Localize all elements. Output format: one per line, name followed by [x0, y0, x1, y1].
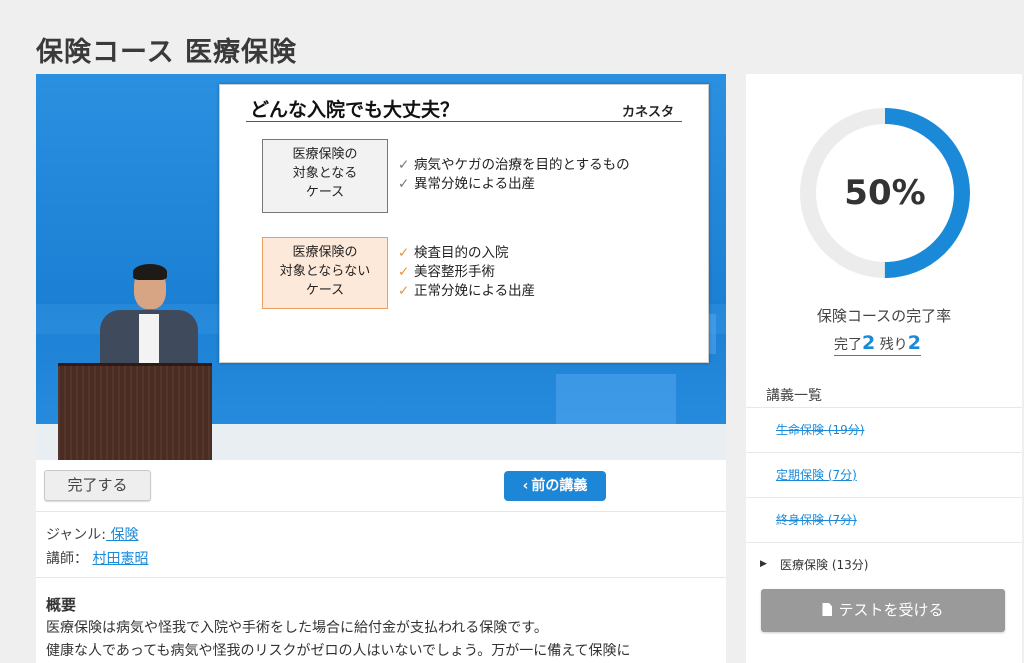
podium-texture	[58, 366, 212, 460]
complete-button[interactable]: 完了する	[44, 470, 151, 501]
done-label: 完了	[834, 337, 862, 353]
lecture-item[interactable]: 生命保険 (19分)	[746, 407, 1022, 452]
covered-case-box: 医療保険の 対象となる ケース	[262, 139, 388, 213]
lecture-meta: ジャンル: 保険 講師： 村田憲昭	[46, 523, 148, 571]
divider	[36, 577, 726, 578]
lecture-controls: 完了する ‹ 前の講義	[36, 460, 726, 512]
summary-line: 健康な人であっても病気や怪我のリスクがゼロの人はいないでしょう。万が一に備えて保…	[46, 643, 631, 659]
check-icon: ✓	[398, 264, 410, 280]
check-icon: ✓	[398, 157, 410, 173]
speaker-hair	[133, 264, 167, 280]
not-covered-label-line: ケース	[305, 283, 345, 298]
previous-lecture-label: 前の講義	[531, 478, 588, 494]
lecture-item[interactable]: 終身保険 (7分)	[746, 497, 1022, 542]
list-item: ✓ 検査目的の入院	[398, 244, 535, 263]
caret-right-icon: ▶	[760, 559, 767, 569]
covered-label-line: 対象となる	[292, 166, 358, 181]
check-icon: ✓	[398, 283, 410, 299]
list-item: ✓ 異常分娩による出産	[398, 175, 630, 194]
lecture-list-heading: 講義一覧	[766, 388, 822, 404]
check-icon: ✓	[398, 176, 410, 192]
list-item: ✓ 病気やケガの治療を目的とするもの	[398, 156, 630, 175]
remaining-label: 残り	[879, 337, 908, 353]
previous-lecture-button[interactable]: ‹ 前の講義	[504, 471, 606, 501]
lecture-item-current[interactable]: ▶ 医療保険 (13分)	[746, 542, 1022, 587]
lecture-link[interactable]: 定期保険 (7分)	[776, 466, 857, 483]
summary-text: 医療保険は病気や怪我で入院や手術をした場合に給付金が支払われる保険です。 健康な…	[46, 617, 722, 663]
not-covered-item: 正常分娩による出産	[414, 283, 536, 299]
background-deco	[556, 374, 676, 424]
slide-logo: カネスタ	[621, 105, 674, 120]
not-covered-item: 美容整形手術	[414, 264, 495, 280]
covered-item: 異常分娩による出産	[414, 176, 536, 192]
genre-link[interactable]: 保険	[106, 527, 138, 543]
teacher-link[interactable]: 村田憲昭	[92, 551, 148, 567]
lecture-link[interactable]: 終身保険 (7分)	[776, 511, 857, 528]
lecture-link[interactable]: 生命保険 (19分)	[776, 421, 864, 438]
document-icon	[822, 603, 833, 616]
take-test-label: テストを受ける	[838, 601, 944, 619]
not-covered-list: ✓ 検査目的の入院 ✓ 美容整形手術 ✓ 正常分娩による出産	[398, 244, 535, 301]
speaker-shirt	[139, 314, 159, 368]
list-item: ✓ 美容整形手術	[398, 263, 535, 282]
genre-label: ジャンル:	[46, 527, 107, 543]
remaining-count: 2	[907, 332, 921, 354]
lecture-slide: どんな入院でも大丈夫？ カネスタ 医療保険の 対象となる ケース ✓ 病気やケガの…	[219, 84, 709, 363]
slide-divider	[246, 121, 682, 122]
lecture-current-label: 医療保険 (13分)	[780, 558, 869, 572]
chevron-left-icon: ‹	[522, 478, 529, 494]
covered-item: 病気やケガの治療を目的とするもの	[414, 157, 630, 173]
teacher-row: 講師： 村田憲昭	[46, 547, 148, 571]
progress-percent: 50%	[844, 173, 926, 213]
summary-line: 医療保険は病気や怪我で入院や手術をした場合に給付金が支払われる保険です。	[46, 620, 548, 636]
check-icon: ✓	[398, 245, 410, 261]
done-count: 2	[862, 332, 876, 354]
covered-list: ✓ 病気やケガの治療を目的とするもの ✓ 異常分娩による出産	[398, 156, 630, 194]
not-covered-case-box: 医療保険の 対象とならない ケース	[262, 237, 388, 309]
not-covered-label-line: 対象とならない	[279, 264, 371, 279]
not-covered-label-line: 医療保険の	[292, 245, 358, 260]
completion-counts[interactable]: 完了2 残り2	[834, 332, 921, 356]
completion-rate-label: 保険コースの完了率	[816, 307, 952, 325]
page-title: 保険コース 医療保険	[36, 37, 298, 68]
covered-label-line: ケース	[305, 185, 345, 200]
lecture-item[interactable]: 定期保険 (7分)	[746, 452, 1022, 497]
slide-title: どんな入院でも大丈夫？	[250, 99, 460, 121]
main-panel: どんな入院でも大丈夫？ カネスタ 医療保険の 対象となる ケース ✓ 病気やケガの…	[36, 74, 726, 663]
not-covered-item: 検査目的の入院	[414, 245, 509, 261]
genre-row: ジャンル: 保険	[46, 523, 148, 547]
covered-label-line: 医療保険の	[292, 147, 358, 162]
take-test-button[interactable]: テストを受ける	[761, 589, 1005, 632]
list-item: ✓ 正常分娩による出産	[398, 282, 535, 301]
summary-title: 概要	[46, 596, 77, 614]
progress-sidebar: 50% 保険コースの完了率 完了2 残り2 講義一覧 生命保険 (19分) 定期…	[746, 74, 1022, 663]
teacher-label: 講師：	[46, 551, 88, 567]
video-player[interactable]: どんな入院でも大丈夫？ カネスタ 医療保険の 対象となる ケース ✓ 病気やケガの…	[36, 74, 726, 460]
